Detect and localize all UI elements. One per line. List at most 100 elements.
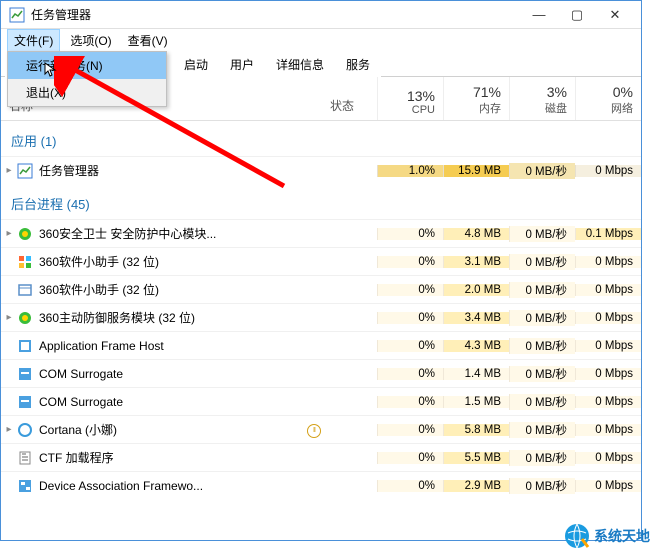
process-row-task-manager[interactable]: ▸ 任务管理器 1.0% 15.9 MB 0 MB/秒 0 Mbps (1, 156, 641, 184)
net-cell: 0 Mbps (575, 284, 641, 296)
menu-file[interactable]: 文件(F) (7, 29, 60, 52)
process-name: 任务管理器 (39, 162, 307, 179)
net-cell: 0 Mbps (575, 424, 641, 436)
cpu-cell: 0% (377, 256, 443, 268)
disk-cell: 0 MB/秒 (509, 338, 575, 354)
mem-cell: 4.3 MB (443, 340, 509, 352)
process-name: 360软件小助手 (32 位) (39, 281, 307, 298)
menu-run-new-task[interactable]: 运行新任务(N) (8, 52, 166, 79)
mem-cell: 15.9 MB (443, 165, 509, 177)
watermark: 系统天地 (564, 523, 650, 549)
network-percent: 0% (613, 84, 633, 100)
mem-cell: 4.8 MB (443, 228, 509, 240)
net-cell: 0 Mbps (575, 452, 641, 464)
task-manager-icon (9, 7, 25, 23)
disk-cell: 0 MB/秒 (509, 282, 575, 298)
col-disk-header[interactable]: 3% 磁盘 (509, 77, 575, 120)
com-surrogate-icon (17, 366, 33, 382)
process-row[interactable]: ▸ 360主动防御服务模块 (32 位) 0% 3.4 MB 0 MB/秒 0 … (1, 303, 641, 331)
cpu-cell: 0% (377, 284, 443, 296)
cpu-cell: 0% (377, 228, 443, 240)
disk-label: 磁盘 (545, 100, 567, 116)
disk-cell: 0 MB/秒 (509, 422, 575, 438)
maximize-button[interactable]: ▢ (559, 3, 595, 27)
mem-cell: 5.5 MB (443, 452, 509, 464)
watermark-text: 系统天地 (594, 526, 650, 546)
cpu-cell: 0% (377, 312, 443, 324)
tab-services[interactable]: 服务 (335, 51, 381, 77)
col-cpu-header[interactable]: 13% CPU (377, 77, 443, 120)
cpu-cell: 0% (377, 396, 443, 408)
expand-icon[interactable]: ▸ (1, 228, 17, 239)
menu-view[interactable]: 查看(V) (122, 30, 174, 51)
network-label: 网络 (611, 100, 633, 116)
disk-cell: 0 MB/秒 (509, 163, 575, 179)
process-status (307, 421, 377, 438)
cpu-cell: 1.0% (377, 165, 443, 177)
disk-cell: 0 MB/秒 (509, 394, 575, 410)
col-status-header[interactable]: 状态 (307, 77, 377, 120)
process-row[interactable]: COM Surrogate 0% 1.4 MB 0 MB/秒 0 Mbps (1, 359, 641, 387)
net-cell: 0 Mbps (575, 396, 641, 408)
360-soft-icon (17, 254, 33, 270)
titlebar[interactable]: 任务管理器 — ▢ ✕ (1, 1, 641, 29)
process-name: 360安全卫士 安全防护中心模块... (39, 225, 307, 242)
tab-users[interactable]: 用户 (219, 51, 265, 77)
window-title: 任务管理器 (31, 6, 521, 23)
net-cell: 0 Mbps (575, 340, 641, 352)
process-row[interactable]: Device Association Framewo... 0% 2.9 MB … (1, 471, 641, 499)
process-list[interactable]: 应用 (1) ▸ 任务管理器 1.0% 15.9 MB 0 MB/秒 0 Mbp… (1, 121, 641, 499)
cpu-cell: 0% (377, 368, 443, 380)
net-cell: 0 Mbps (575, 480, 641, 492)
mem-cell: 2.9 MB (443, 480, 509, 492)
expand-icon[interactable]: ▸ (1, 312, 17, 323)
process-row[interactable]: 360软件小助手 (32 位) 0% 2.0 MB 0 MB/秒 0 Mbps (1, 275, 641, 303)
group-background-header[interactable]: 后台进程 (45) (1, 184, 641, 219)
menu-options[interactable]: 选项(O) (64, 30, 117, 51)
process-row[interactable]: COM Surrogate 0% 1.5 MB 0 MB/秒 0 Mbps (1, 387, 641, 415)
process-name: 360软件小助手 (32 位) (39, 253, 307, 270)
expand-icon[interactable]: ▸ (1, 424, 17, 435)
disk-percent: 3% (547, 84, 567, 100)
cpu-cell: 0% (377, 480, 443, 492)
disk-cell: 0 MB/秒 (509, 226, 575, 242)
mem-cell: 1.4 MB (443, 368, 509, 380)
globe-icon (564, 523, 590, 549)
col-network-header[interactable]: 0% 网络 (575, 77, 641, 120)
mem-cell: 3.4 MB (443, 312, 509, 324)
process-row[interactable]: ▸ Cortana (小娜) 0% 5.8 MB 0 MB/秒 0 Mbps (1, 415, 641, 443)
net-cell: 0 Mbps (575, 256, 641, 268)
process-row[interactable]: ▸ 360安全卫士 安全防护中心模块... 0% 4.8 MB 0 MB/秒 0… (1, 219, 641, 247)
expand-icon[interactable]: ▸ (1, 165, 17, 176)
process-name: COM Surrogate (39, 395, 307, 409)
group-apps-header[interactable]: 应用 (1) (1, 121, 641, 156)
cpu-cell: 0% (377, 452, 443, 464)
process-row[interactable]: CTF 加载程序 0% 5.5 MB 0 MB/秒 0 Mbps (1, 443, 641, 471)
menu-exit[interactable]: 退出(X) (8, 79, 166, 106)
com-surrogate-icon (17, 394, 33, 410)
cortana-icon (17, 422, 33, 438)
process-name: 360主动防御服务模块 (32 位) (39, 309, 307, 326)
mem-cell: 1.5 MB (443, 396, 509, 408)
device-assoc-icon (17, 478, 33, 494)
net-cell: 0.1 Mbps (575, 228, 641, 240)
process-name: Cortana (小娜) (39, 421, 307, 438)
app-frame-icon (17, 338, 33, 354)
minimize-button[interactable]: — (521, 3, 557, 27)
col-memory-header[interactable]: 71% 内存 (443, 77, 509, 120)
tab-startup[interactable]: 启动 (173, 51, 219, 77)
file-menu-dropdown: 运行新任务(N) 退出(X) (7, 51, 167, 107)
net-cell: 0 Mbps (575, 368, 641, 380)
360-shield-icon (17, 310, 33, 326)
close-button[interactable]: ✕ (597, 3, 633, 27)
cpu-cell: 0% (377, 424, 443, 436)
disk-cell: 0 MB/秒 (509, 310, 575, 326)
disk-cell: 0 MB/秒 (509, 254, 575, 270)
360-shield-icon (17, 226, 33, 242)
disk-cell: 0 MB/秒 (509, 366, 575, 382)
suspended-icon (307, 424, 321, 438)
mem-cell: 5.8 MB (443, 424, 509, 436)
process-row[interactable]: 360软件小助手 (32 位) 0% 3.1 MB 0 MB/秒 0 Mbps (1, 247, 641, 275)
process-row[interactable]: Application Frame Host 0% 4.3 MB 0 MB/秒 … (1, 331, 641, 359)
tab-details[interactable]: 详细信息 (265, 51, 335, 77)
